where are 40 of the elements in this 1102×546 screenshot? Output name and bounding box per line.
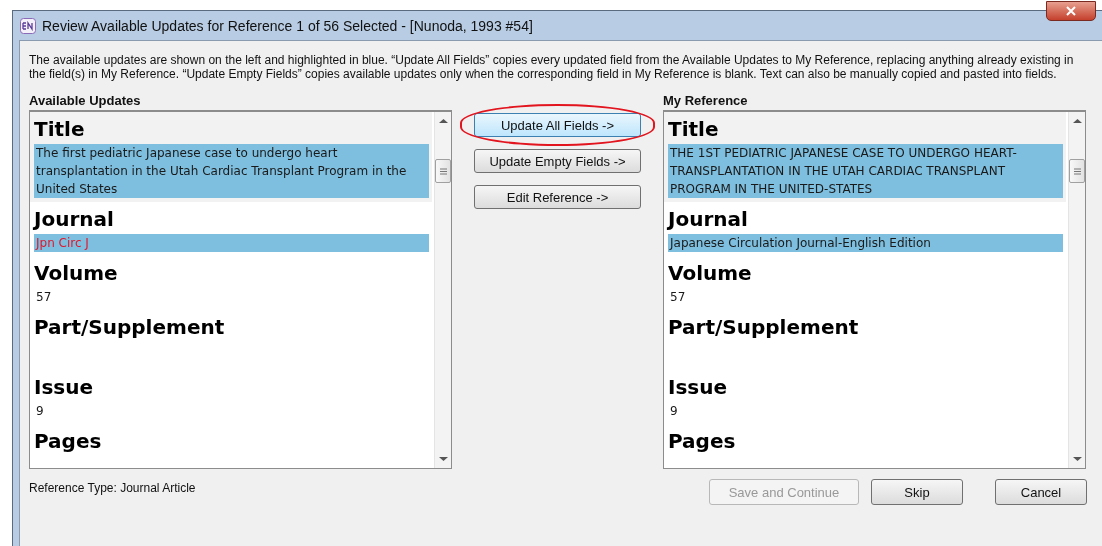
panel-heading: Available Updates <box>29 93 142 110</box>
dialog-button[interactable]: Skip <box>871 479 963 505</box>
scrollbar[interactable] <box>1068 112 1085 468</box>
field-value[interactable]: The first pediatric Japanese case to undergo heart transplantation in the Utah Cardiac Transplant Program in the United States <box>34 144 429 198</box>
action-button[interactable]: Update All Fields -> <box>474 113 641 137</box>
field-value[interactable]: 9 <box>34 402 429 420</box>
panel-heading: My Reference <box>663 93 749 110</box>
description-text: The available updates are shown on the left and highlighted in blue. “Update All Fields” copies every updated field from the Available Updates to My Reference, replacing anything already existing in the field(s) in My Reference. “Update Empty Fields” copies available updates only when the corresponding field in My Reference is blank. Text can also be manually copied and pasted into fields. <box>29 53 1075 81</box>
action-button[interactable]: Update Empty Fields -> <box>474 149 641 173</box>
scroll-up-icon[interactable] <box>1072 118 1082 124</box>
field-label: Title <box>668 116 720 143</box>
grip-icon[interactable] <box>1073 167 1081 175</box>
field-label: Part/Supplement <box>34 314 226 341</box>
scroll-down-icon[interactable] <box>1072 456 1082 462</box>
grip-icon[interactable] <box>439 167 447 175</box>
field-label: Issue <box>34 374 95 401</box>
reference-type-label: Reference Type: Journal Article <box>29 481 197 495</box>
close-icon <box>1065 6 1077 16</box>
field-label: Pages <box>34 428 103 455</box>
window-title: Review Available Updates for Reference 1 of 56 Selected - [Nunoda, 1993 #54] <box>42 17 534 34</box>
close-button[interactable] <box>1046 1 1096 21</box>
field-label: Volume <box>34 260 119 287</box>
field-label: Journal <box>34 206 115 233</box>
scrollbar[interactable] <box>434 112 451 468</box>
field-label: Title <box>34 116 86 143</box>
scroll-down-icon[interactable] <box>438 456 448 462</box>
dialog-button[interactable]: Cancel <box>995 479 1087 505</box>
field-value[interactable]: Japanese Circulation Journal-English Edition <box>668 234 1063 252</box>
field-value[interactable]: 57 <box>668 288 1063 306</box>
scroll-up-icon[interactable] <box>438 118 448 124</box>
field-label: Volume <box>668 260 753 287</box>
field-label: Issue <box>668 374 729 401</box>
app-icon <box>20 17 36 34</box>
field-value[interactable]: 57 <box>34 288 429 306</box>
field-value[interactable]: THE 1ST PEDIATRIC JAPANESE CASE TO UNDERGO HEART-TRANSPLANTATION IN THE UTAH CARDIAC TRANSPLANT PROGRAM IN THE UNITED-STATES <box>668 144 1063 198</box>
field-label: Journal <box>668 206 749 233</box>
field-label: Part/Supplement <box>668 314 860 341</box>
field-value[interactable]: 9 <box>668 402 1063 420</box>
field-label: Pages <box>668 428 737 455</box>
action-button[interactable]: Edit Reference -> <box>474 185 641 209</box>
